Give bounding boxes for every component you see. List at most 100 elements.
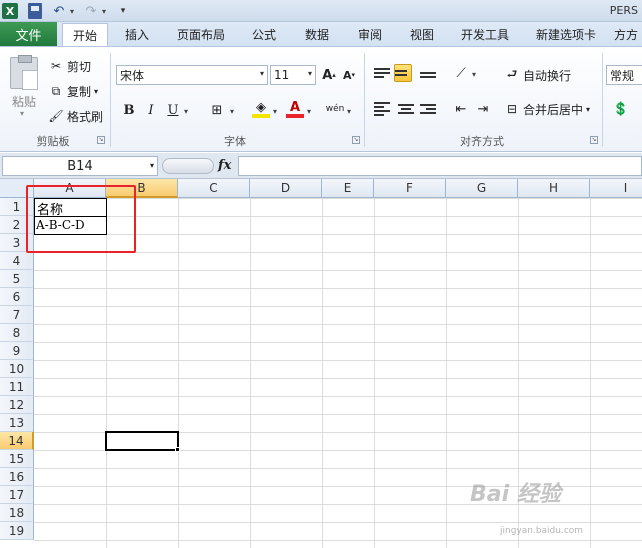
decrease-indent-icon[interactable]: ⇤: [452, 100, 470, 118]
customize-toolbar-icon[interactable]: ▾: [118, 3, 128, 19]
orientation-icon[interactable]: ⟋: [452, 64, 470, 82]
group-divider: [602, 53, 603, 147]
ribbon: 粘贴 ▾ ✂ 剪切 ⧉ 复制 ▾ 🖌 格式刷 剪贴板 ↘ 宋体 ▾ 11 ▾ A…: [0, 46, 642, 152]
font-color-icon[interactable]: A: [286, 100, 304, 118]
tab-view[interactable]: 视图: [402, 22, 442, 46]
save-icon[interactable]: [28, 3, 42, 19]
border-dropdown-icon[interactable]: ▾: [230, 107, 234, 116]
column-header-f[interactable]: F: [374, 179, 446, 198]
border-icon[interactable]: ⊞: [208, 101, 226, 119]
row-header[interactable]: 14: [0, 432, 34, 450]
row-header[interactable]: 10: [0, 360, 34, 378]
grow-font-icon[interactable]: A ▴: [320, 66, 338, 84]
row-header[interactable]: 17: [0, 486, 34, 504]
align-middle-icon[interactable]: [394, 64, 412, 82]
merge-cells-icon: ⊟: [506, 102, 518, 116]
row-header[interactable]: 15: [0, 450, 34, 468]
align-center-icon[interactable]: [398, 101, 414, 117]
merge-center-button[interactable]: ⊟ 合并后居中 ▾: [504, 100, 590, 118]
undo-icon[interactable]: ↶: [52, 3, 66, 19]
orientation-dropdown-icon[interactable]: ▾: [472, 70, 476, 79]
clipboard-group-label: 剪贴板: [36, 135, 70, 148]
row-header[interactable]: 5: [0, 270, 34, 288]
insert-function-icon[interactable]: fx: [218, 158, 231, 173]
font-color-dropdown-icon[interactable]: ▾: [307, 107, 311, 116]
align-left-icon[interactable]: [374, 101, 390, 117]
fill-color-icon[interactable]: ◈: [252, 100, 270, 118]
wrap-text-icon: ⮐: [506, 66, 518, 81]
row-header[interactable]: 6: [0, 288, 34, 306]
row-header[interactable]: 12: [0, 396, 34, 414]
column-header-c[interactable]: C: [178, 179, 250, 198]
tab-page-layout[interactable]: 页面布局: [170, 22, 232, 46]
undo-dropdown-icon[interactable]: ▾: [70, 3, 74, 19]
tab-developer[interactable]: 开发工具: [454, 22, 516, 46]
font-group-label: 字体: [224, 135, 246, 148]
row-header[interactable]: 16: [0, 468, 34, 486]
italic-button[interactable]: I: [142, 101, 160, 119]
paste-button[interactable]: 粘贴: [12, 93, 36, 110]
cut-button[interactable]: ✂ 剪切: [48, 57, 91, 75]
paste-icon[interactable]: [10, 55, 38, 90]
format-painter-button[interactable]: 🖌 格式刷: [48, 107, 103, 125]
font-name-combo[interactable]: 宋体 ▾: [116, 65, 268, 85]
fill-color-dropdown-icon[interactable]: ▾: [273, 107, 277, 116]
tab-data[interactable]: 数据: [296, 22, 338, 46]
font-launcher-icon[interactable]: ↘: [352, 136, 360, 144]
phonetic-icon[interactable]: wén: [326, 100, 345, 118]
tab-home[interactable]: 开始: [62, 23, 108, 47]
align-top-icon[interactable]: [374, 65, 390, 81]
clipboard-launcher-icon[interactable]: ↘: [97, 136, 105, 144]
bold-button[interactable]: B: [120, 101, 138, 119]
watermark-logo: Bai 经验: [470, 482, 561, 507]
copy-dropdown-icon[interactable]: ▾: [94, 87, 98, 96]
row-header[interactable]: 9: [0, 342, 34, 360]
column-header-h[interactable]: H: [518, 179, 590, 198]
column-header-g[interactable]: G: [446, 179, 518, 198]
row-header[interactable]: 11: [0, 378, 34, 396]
row-header[interactable]: 8: [0, 324, 34, 342]
shrink-font-icon[interactable]: A ▾: [340, 66, 358, 84]
fill-handle[interactable]: [175, 447, 180, 452]
accounting-format-icon[interactable]: 💲: [612, 100, 630, 118]
number-format-combo[interactable]: 常规: [606, 65, 642, 85]
row-header[interactable]: 7: [0, 306, 34, 324]
merge-dropdown-icon[interactable]: ▾: [586, 105, 590, 114]
copy-icon: ⧉: [51, 83, 61, 98]
watermark-url: jingyan.baidu.com: [500, 526, 584, 536]
tab-file[interactable]: 文件: [0, 22, 57, 46]
row-header[interactable]: 13: [0, 414, 34, 432]
phonetic-dropdown-icon[interactable]: ▾: [347, 107, 351, 116]
font-size-combo[interactable]: 11 ▾: [270, 65, 316, 85]
underline-dropdown-icon[interactable]: ▾: [184, 107, 188, 116]
name-box[interactable]: B14 ▾: [2, 156, 158, 176]
alignment-launcher-icon[interactable]: ↘: [590, 136, 598, 144]
chevron-down-icon: ▾: [307, 69, 312, 78]
row-header[interactable]: 4: [0, 252, 34, 270]
tab-formulas[interactable]: 公式: [244, 22, 284, 46]
align-bottom-icon[interactable]: [420, 67, 436, 83]
redo-dropdown-icon[interactable]: ▾: [102, 3, 106, 19]
formula-input[interactable]: [238, 156, 642, 176]
align-right-icon[interactable]: [420, 101, 436, 117]
paste-dropdown-icon[interactable]: ▾: [20, 109, 24, 118]
underline-button[interactable]: U: [164, 101, 182, 119]
excel-logo-icon[interactable]: X: [2, 3, 18, 19]
tab-ffcell[interactable]: 方方: [614, 22, 642, 46]
formula-bar-resize-handle[interactable]: [162, 158, 214, 174]
tab-review[interactable]: 审阅: [350, 22, 390, 46]
column-header-d[interactable]: D: [250, 179, 322, 198]
copy-button[interactable]: ⧉ 复制 ▾: [48, 82, 98, 100]
wrap-text-button[interactable]: ⮐ 自动换行: [504, 66, 571, 84]
tab-new[interactable]: 新建选项卡: [528, 22, 604, 46]
alignment-group-label: 对齐方式: [460, 135, 504, 148]
column-header-i[interactable]: I: [590, 179, 642, 198]
active-cell-b14[interactable]: [105, 431, 179, 451]
row-header[interactable]: 18: [0, 504, 34, 522]
row-header[interactable]: 19: [0, 522, 34, 540]
column-header-e[interactable]: E: [322, 179, 374, 198]
redo-icon[interactable]: ↷: [84, 3, 98, 19]
ribbon-tab-bar: 文件 开始 插入 页面布局 公式 数据 审阅 视图 开发工具 新建选项卡 方方: [0, 22, 642, 47]
tab-insert[interactable]: 插入: [116, 22, 158, 46]
increase-indent-icon[interactable]: ⇥: [474, 100, 492, 118]
